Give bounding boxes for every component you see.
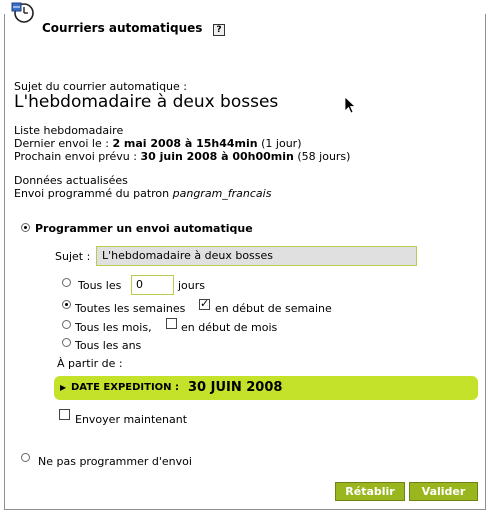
weekly-start-checkbox[interactable] — [199, 297, 210, 310]
template-line: Envoi programmé du patron pangram_franca… — [14, 187, 272, 200]
data-status: Données actualisées — [14, 174, 128, 187]
schedule-radio[interactable] — [21, 223, 30, 232]
date-expedition-bar[interactable]: ▶ DATE EXPEDITION : 30 JUIN 2008 — [54, 376, 478, 400]
last-send-line: Dernier envoi le : 2 mai 2008 à 15h44min… — [14, 137, 302, 150]
weekly-label: Toutes les semaines — [75, 302, 186, 315]
date-value: 30 JUIN 2008 — [188, 380, 283, 395]
subject-field-label: Sujet : — [55, 250, 91, 263]
from-label: À partir de : — [57, 357, 123, 370]
no-schedule-label: Ne pas programmer d'envoi — [38, 455, 192, 468]
schedule-option-label: Programmer un envoi automatique — [35, 222, 253, 235]
every-prefix: Tous les — [78, 279, 122, 292]
list-name: Liste hebdomadaire — [14, 124, 124, 137]
monthly-label: Tous les mois, — [75, 321, 152, 334]
send-now-label: Envoyer maintenant — [75, 413, 188, 426]
yearly-label: Tous les ans — [75, 339, 142, 352]
subject-input[interactable]: L'hebdomadaire à deux bosses — [96, 246, 417, 266]
calendar-clock-icon — [11, 2, 34, 23]
help-icon[interactable]: ? — [213, 24, 225, 36]
weekly-radio[interactable] — [62, 300, 71, 309]
date-label: DATE EXPEDITION : — [71, 382, 180, 393]
days-input[interactable]: 0 — [131, 275, 174, 295]
subject-title: L'hebdomadaire à deux bosses — [14, 92, 279, 112]
monthly-radio[interactable] — [62, 320, 71, 329]
no-schedule-radio[interactable] — [21, 453, 30, 462]
monthly-start-label: en début de mois — [181, 321, 278, 334]
yearly-radio[interactable] — [62, 338, 71, 347]
every-n-days-radio[interactable] — [62, 278, 71, 287]
mouse-cursor-icon — [344, 96, 356, 114]
send-now-checkbox[interactable] — [59, 409, 70, 420]
weekly-start-label: en début de semaine — [215, 302, 332, 315]
arrow-right-icon: ▶ — [60, 383, 67, 392]
monthly-start-checkbox[interactable] — [166, 318, 177, 329]
window-title: Courriers automatiques — [42, 21, 203, 35]
reset-button[interactable]: Rétablir — [335, 482, 405, 501]
next-send-line: Prochain envoi prévu : 30 juin 2008 à 00… — [14, 150, 351, 163]
submit-button[interactable]: Valider — [409, 482, 478, 501]
every-suffix: jours — [178, 279, 206, 292]
